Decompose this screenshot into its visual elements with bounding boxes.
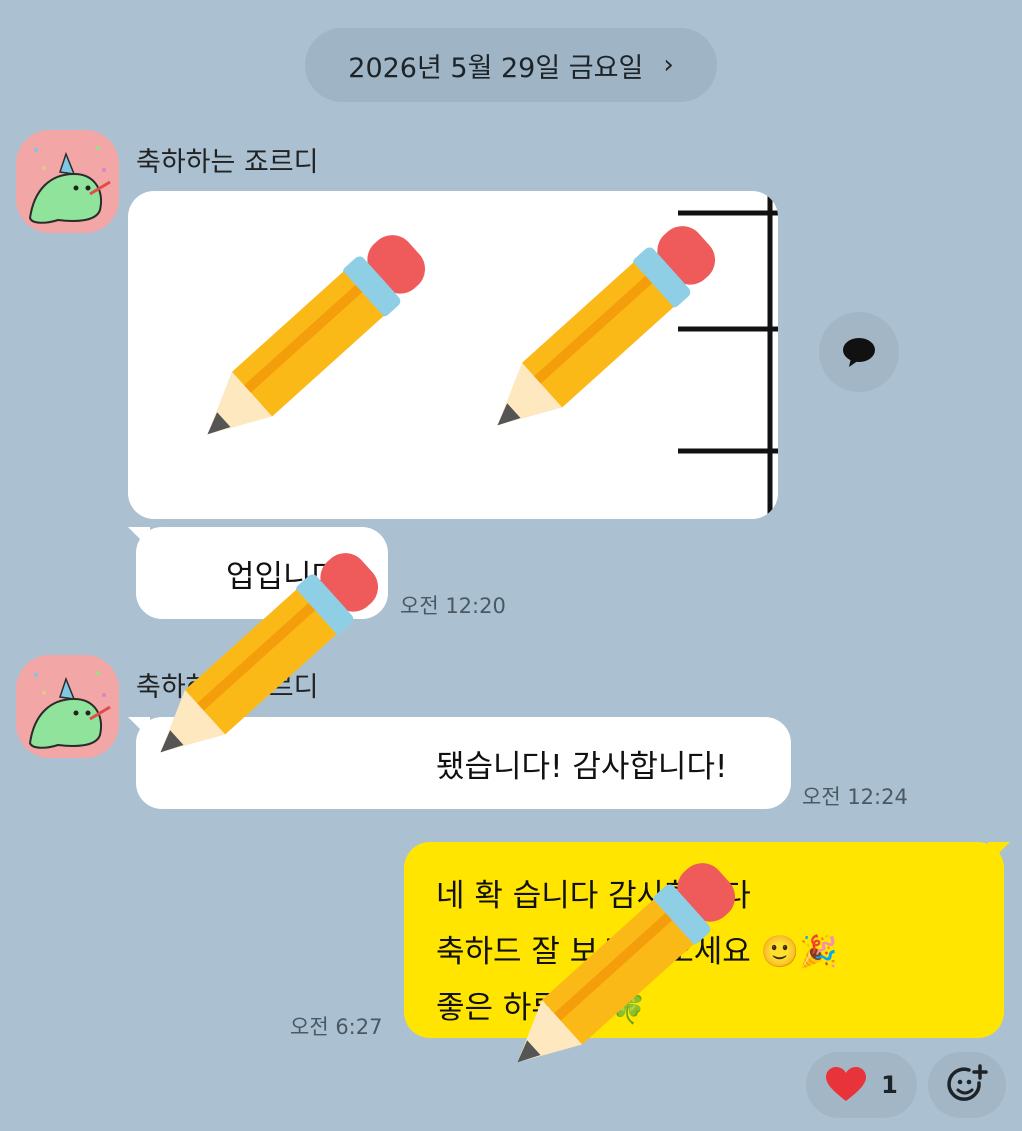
reaction-badge[interactable]: 1 <box>806 1052 917 1118</box>
message-time: 오전 12:24 <box>802 785 908 809</box>
pencil-icon <box>160 553 379 753</box>
my-message-time: 오전 6:27 <box>290 1015 383 1039</box>
pencil-icon <box>497 226 716 426</box>
message-text: 됐습니다! 감사합니다! <box>436 748 728 785</box>
message-time: 오전 12:20 <box>400 594 506 618</box>
speech-bubble-icon <box>843 338 875 367</box>
heart-icon <box>826 1067 867 1101</box>
add-reaction-button[interactable] <box>928 1052 1006 1118</box>
jordy-dinosaur-icon <box>16 130 119 233</box>
pencil-icon <box>207 235 426 435</box>
date-label: 2026년 5월 29일 금요일 <box>348 52 644 84</box>
sender-name: 축하하는 죠르디 <box>136 147 319 178</box>
jordy-dinosaur-icon <box>16 655 119 758</box>
chevron-right-icon: › <box>663 50 674 80</box>
date-header-button[interactable]: 2026년 5월 29일 금요일 › <box>305 28 717 102</box>
avatar[interactable] <box>16 130 119 233</box>
smiley-plus-icon <box>947 1064 988 1101</box>
avatar[interactable] <box>16 655 119 758</box>
reaction-count: 1 <box>881 1071 898 1099</box>
share-button[interactable] <box>819 312 899 392</box>
pencil-icon <box>517 863 736 1063</box>
